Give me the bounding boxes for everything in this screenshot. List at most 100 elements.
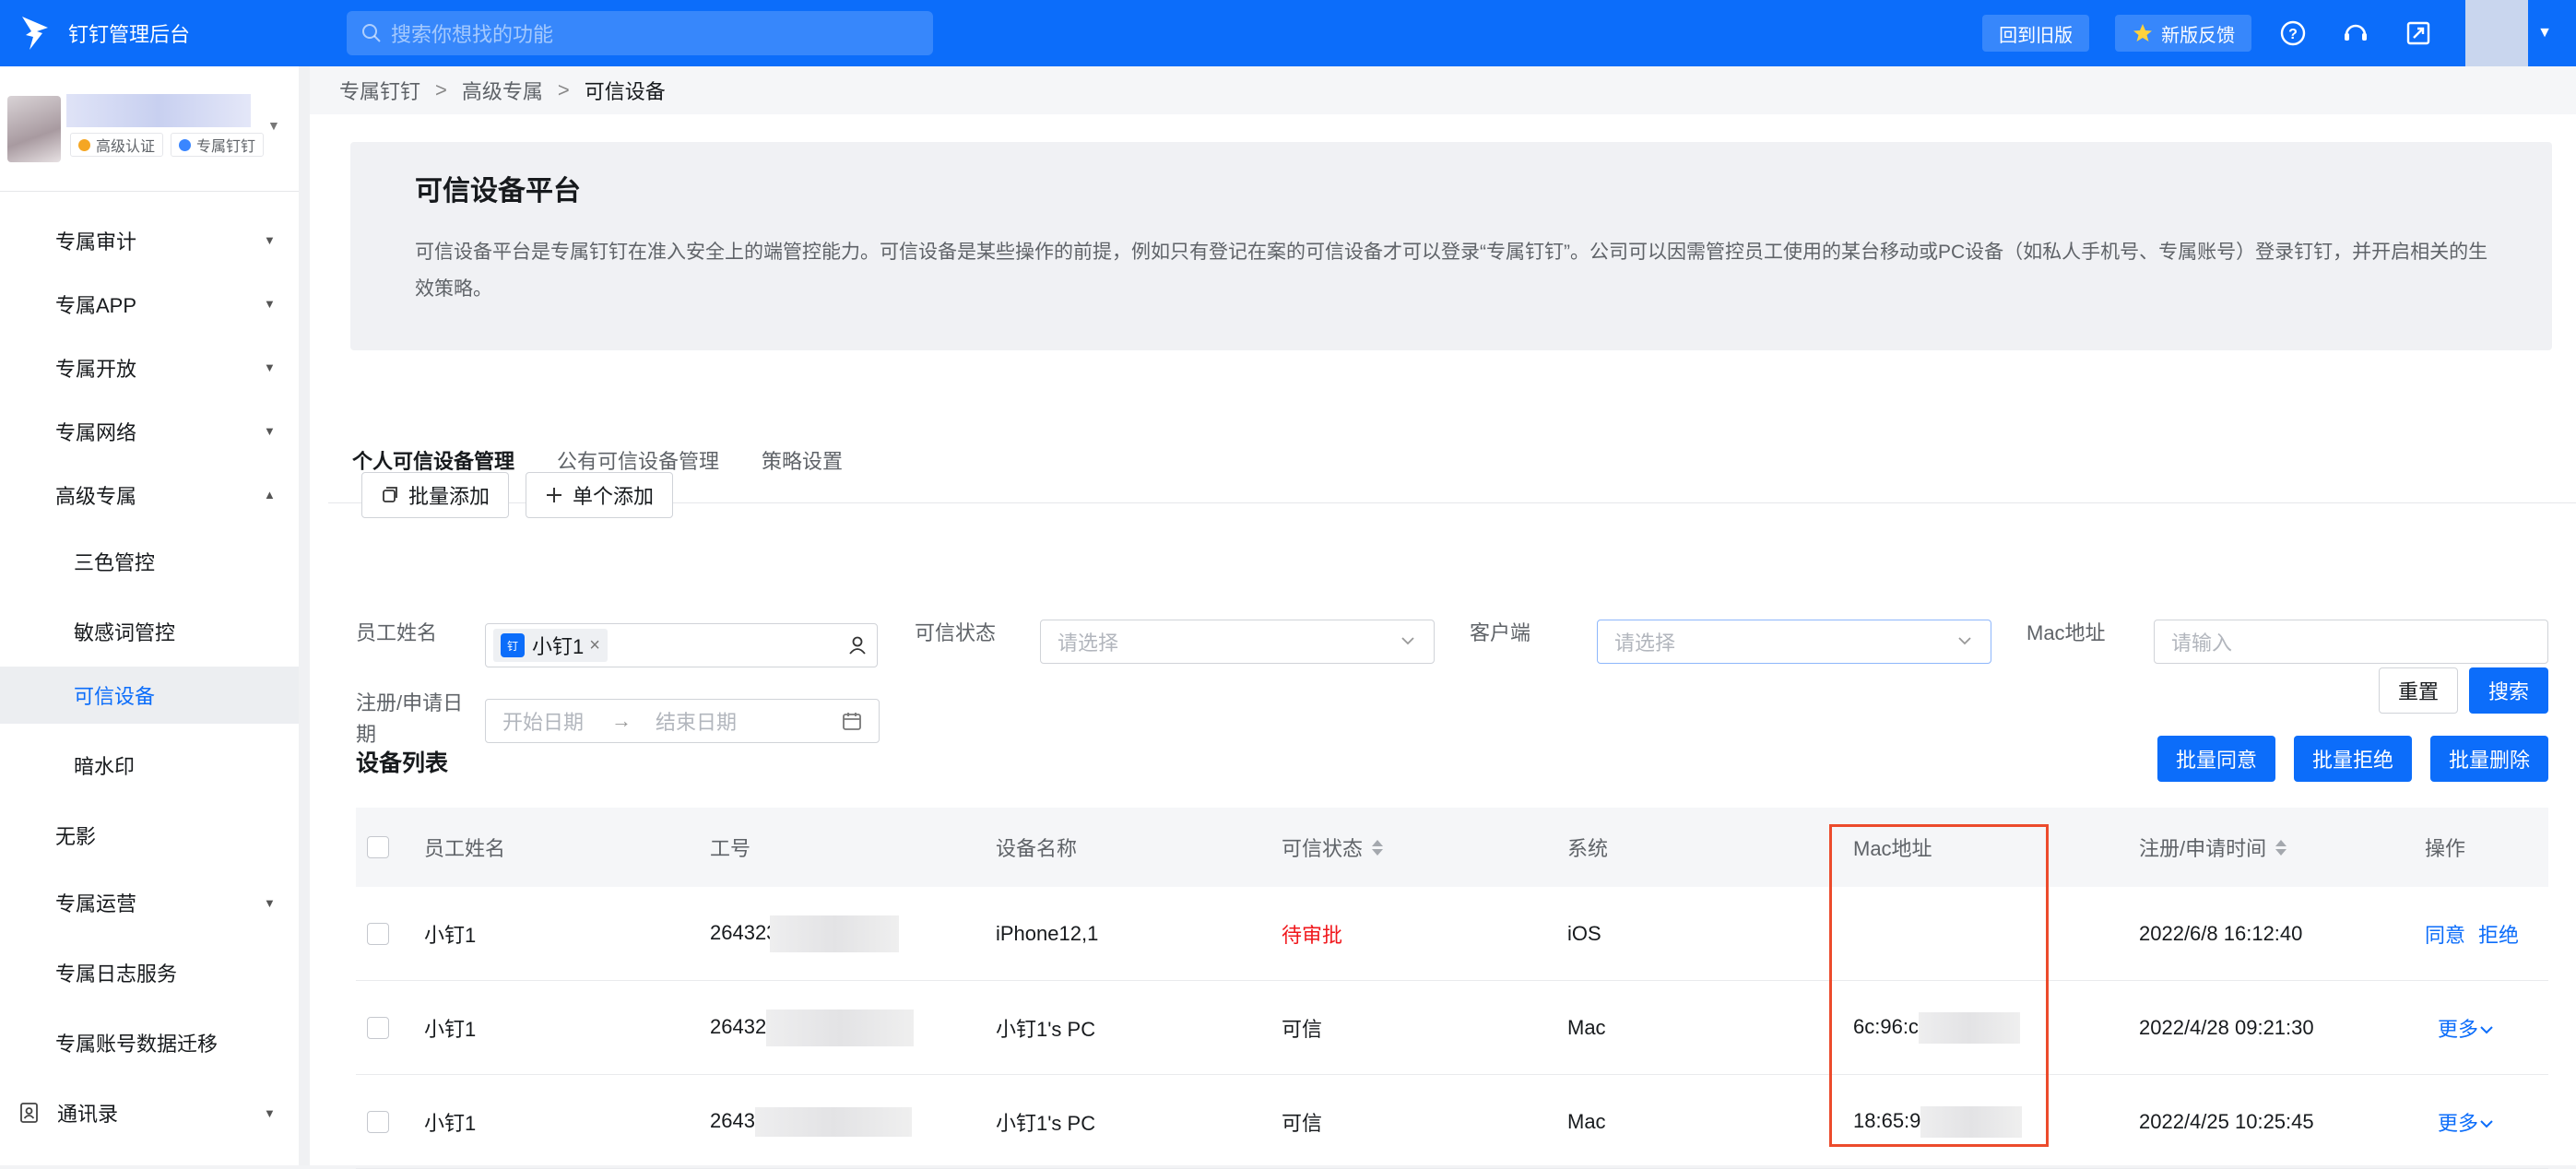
reset-button[interactable]: 重置 (2379, 667, 2458, 714)
main-content: 专属钉钉 > 高级专属 > 可信设备 可信设备平台 可信设备平台是专属钉钉在准入… (310, 66, 2576, 1169)
search-button[interactable]: 搜索 (2469, 667, 2548, 714)
sidebar-item-log-service[interactable]: 专属日志服务 (0, 941, 299, 1004)
account-dropdown-caret-icon[interactable]: ▼ (2537, 25, 2552, 41)
row-checkbox[interactable] (367, 1016, 389, 1039)
sort-icon[interactable] (2275, 839, 2287, 856)
breadcrumb: 专属钉钉 > 高级专属 > 可信设备 (310, 66, 2576, 114)
cell-job-number: 26432 (710, 1009, 915, 1046)
trust-status-placeholder: 请选择 (1058, 632, 1119, 655)
single-add-label: 单个添加 (573, 485, 655, 508)
column-trust-status[interactable]: 可信状态 (1282, 832, 1384, 862)
sidebar-item-label: 敏感词管控 (74, 621, 176, 644)
sidebar-item-wuying[interactable]: 无影 (0, 807, 299, 864)
column-employee-name: 员工姓名 (424, 837, 506, 860)
sidebar-scrollbar[interactable] (299, 66, 310, 1165)
cell-register-time: 2022/4/25 10:25:45 (2139, 1109, 2314, 1133)
cell-mac-address: 18:65:9 (1853, 1105, 2023, 1138)
cell-device-name: iPhone12,1 (996, 921, 1099, 945)
sidebar-item-label: 专属运营 (55, 892, 137, 915)
cell-register-time: 2022/4/28 09:21:30 (2139, 1015, 2314, 1039)
top-avatar[interactable] (2465, 0, 2529, 66)
plus-icon (547, 488, 561, 502)
new-version-feedback-button[interactable]: 新版反馈 (2115, 15, 2252, 52)
dingtalk-tag-icon: 钉 (501, 633, 525, 657)
breadcrumb-item-exclusive[interactable]: 专属钉钉 (339, 76, 420, 105)
batch-reject-button[interactable]: 批量拒绝 (2294, 736, 2412, 782)
sidebar-item-exclusive-network[interactable]: 专属网络 ▼ (0, 399, 299, 463)
column-system: 系统 (1567, 837, 1609, 860)
sidebar-item-trusted-devices[interactable]: 可信设备 (0, 667, 299, 724)
arrow-right-icon: → (611, 709, 632, 732)
sidebar-item-exclusive-operation[interactable]: 专属运营 ▼ (0, 864, 299, 941)
batch-delete-button[interactable]: 批量删除 (2430, 736, 2548, 782)
chevron-down-icon (1958, 637, 1971, 645)
sidebar-item-watermark[interactable]: 暗水印 (0, 724, 299, 807)
top-bar: 钉钉管理后台 搜索你想找的功能 回到旧版 新版反馈 ? ▼ (0, 0, 2576, 66)
chevron-down-icon: ▼ (264, 1105, 276, 1120)
row-checkbox[interactable] (367, 922, 389, 945)
mac-address-input[interactable]: 请输入 (2154, 620, 2548, 664)
sidebar-item-contacts[interactable]: 通讯录 ▼ (0, 1081, 299, 1144)
help-icon[interactable]: ? (2277, 18, 2309, 49)
approve-link[interactable]: 同意 (2425, 919, 2465, 949)
table-row: 小钉1 264323 iPhone12,1 待审批 iOS 2022/6/8 1… (356, 887, 2548, 981)
batch-add-icon (383, 487, 397, 502)
search-placeholder: 搜索你想找的功能 (391, 23, 554, 46)
close-icon[interactable]: × (589, 635, 600, 656)
employee-name-field[interactable]: 钉 小钉1 × (485, 623, 878, 667)
client-select[interactable]: 请选择 (1597, 620, 1991, 664)
batch-approve-button[interactable]: 批量同意 (2157, 736, 2275, 782)
table-row: 小钉1 26432 小钉1's PC 可信 Mac 6c:96:c 2022/4… (356, 981, 2548, 1075)
column-actions: 操作 (2425, 837, 2466, 860)
sidebar-item-advanced-exclusive[interactable]: 高级专属 ▲ (0, 463, 299, 526)
sidebar-item-exclusive-open[interactable]: 专属开放 ▼ (0, 336, 299, 399)
sort-icon[interactable] (1372, 839, 1384, 856)
select-all-checkbox[interactable] (367, 836, 389, 858)
mac-address-placeholder: 请输入 (2171, 632, 2233, 655)
search-label: 搜索 (2487, 680, 2529, 703)
org-switcher[interactable]: 高级认证 专属钉钉 ▼ (0, 66, 299, 192)
intro-panel: 可信设备平台 可信设备平台是专属钉钉在准入安全上的端管控能力。可信设备是某些操作… (350, 142, 2552, 350)
column-register-time[interactable]: 注册/申请时间 (2139, 832, 2287, 862)
cell-trust-status: 可信 (1282, 1017, 1323, 1041)
table-header: 员工姓名 工号 设备名称 可信状态 系统 Mac地址 注册/申请时间 操作 (356, 808, 2548, 887)
star-icon (2133, 24, 2153, 41)
app-title: 钉钉管理后台 (68, 23, 191, 46)
search-icon (362, 24, 381, 42)
date-range-picker[interactable]: 开始日期 → 结束日期 (485, 699, 880, 743)
calendar-icon (843, 713, 861, 730)
mac-address-label: Mac地址 (2027, 621, 2106, 644)
app-logo[interactable]: 钉钉管理后台 (18, 15, 328, 52)
cell-register-time: 2022/6/8 16:12:40 (2139, 921, 2303, 945)
user-icon[interactable] (847, 635, 868, 655)
client-label: 客户端 (1470, 621, 1531, 644)
tab-policy-settings[interactable]: 策略设置 (762, 445, 843, 502)
employee-tag-label: 小钉1 (532, 635, 585, 658)
org-dropdown-caret-icon[interactable]: ▼ (267, 118, 280, 133)
cell-system: Mac (1567, 1015, 1606, 1039)
row-checkbox[interactable] (367, 1110, 389, 1133)
svg-text:?: ? (2288, 27, 2298, 42)
single-add-button[interactable]: 单个添加 (526, 472, 674, 518)
breadcrumb-item-advanced[interactable]: 高级专属 (462, 76, 543, 105)
search-input[interactable]: 搜索你想找的功能 (347, 11, 933, 55)
customer-service-icon[interactable] (2340, 18, 2371, 49)
sidebar-item-tricolor-control[interactable]: 三色管控 (0, 526, 299, 596)
reject-link[interactable]: 拒绝 (2478, 919, 2519, 949)
more-dropdown[interactable]: 更多 (2438, 1013, 2495, 1043)
fullscreen-icon[interactable] (2403, 18, 2434, 49)
back-to-old-version-button[interactable]: 回到旧版 (1982, 15, 2090, 52)
sidebar-item-sensitive-words[interactable]: 敏感词管控 (0, 596, 299, 667)
sidebar-item-exclusive-audit[interactable]: 专属审计 ▼ (0, 208, 299, 272)
sidebar-item-label: 无影 (55, 825, 97, 848)
batch-add-label: 批量添加 (408, 485, 490, 508)
batch-add-button[interactable]: 批量添加 (361, 472, 510, 518)
chevron-down-icon: ▼ (264, 233, 276, 247)
trust-status-select[interactable]: 请选择 (1040, 620, 1435, 664)
sidebar-item-account-migration[interactable]: 专属账号数据迁移 (0, 1004, 299, 1081)
chevron-down-icon: ▼ (264, 895, 276, 910)
sidebar-item-exclusive-app[interactable]: 专属APP ▼ (0, 272, 299, 336)
redacted-mask (1918, 1011, 2020, 1044)
more-dropdown[interactable]: 更多 (2438, 1107, 2495, 1137)
sidebar: 高级认证 专属钉钉 ▼ 专属审计 ▼ 专属APP ▼ 专属开放 ▼ 专属网络 ▼ 高级专… (0, 66, 299, 1165)
